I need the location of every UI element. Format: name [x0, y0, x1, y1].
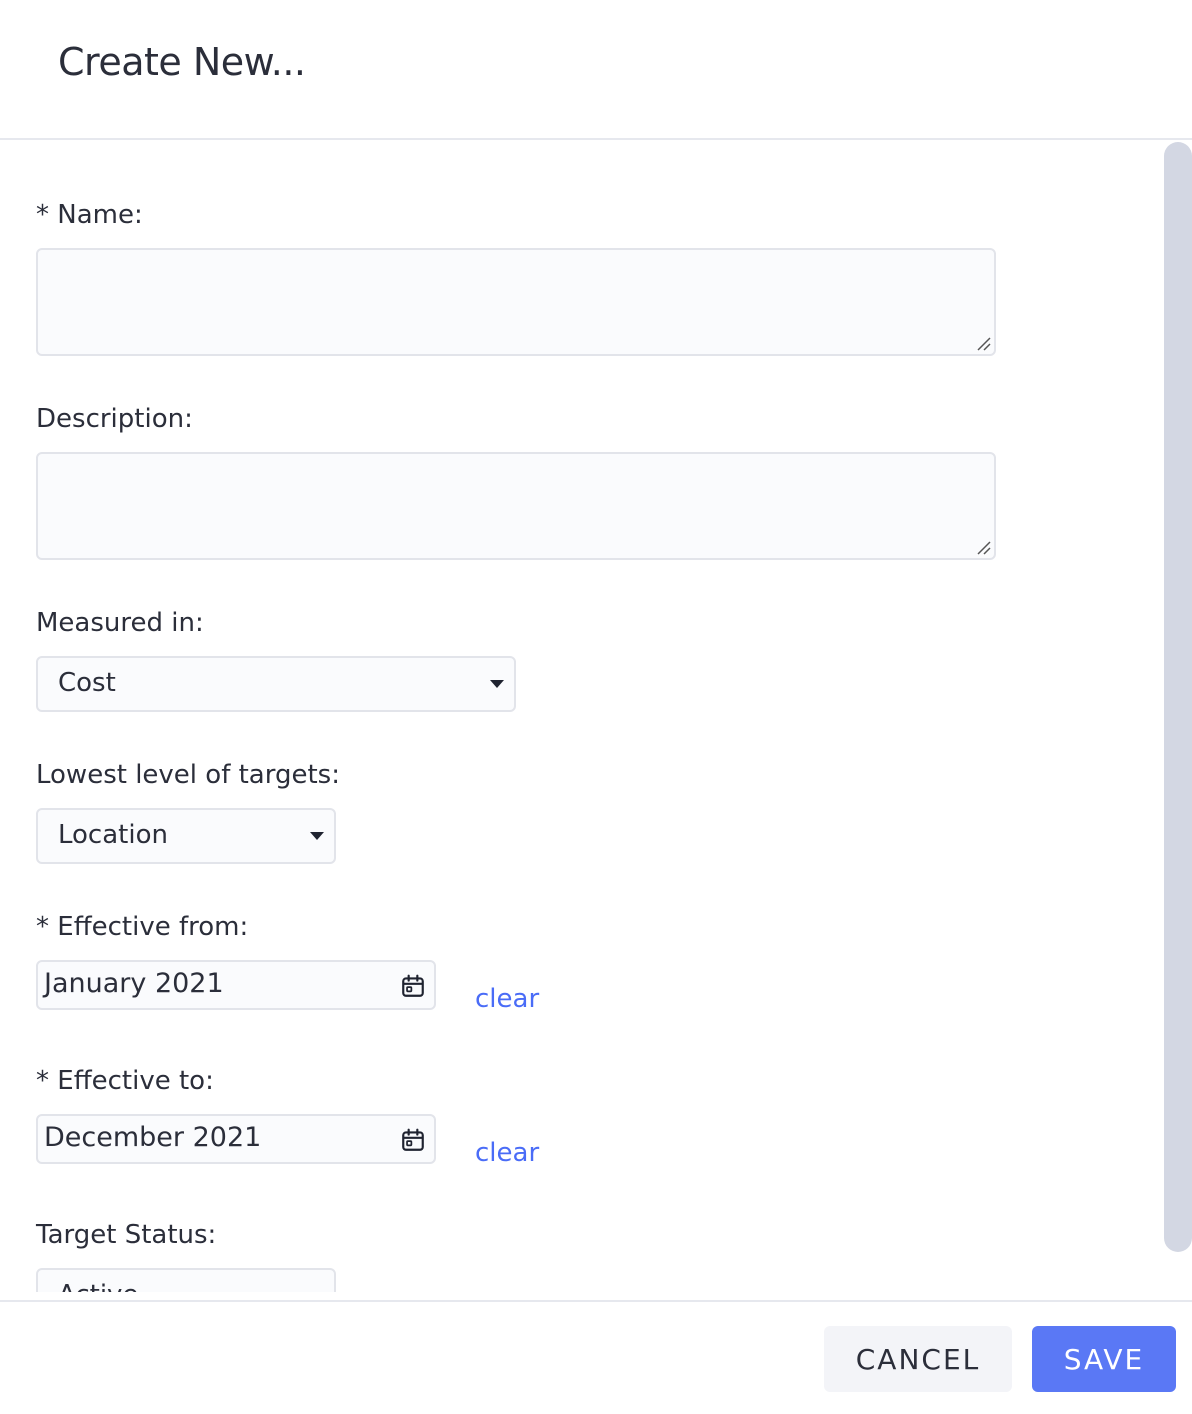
- measured-in-value: Cost: [58, 668, 116, 698]
- caret-down-icon: [490, 680, 504, 688]
- target-status-label: Target Status:: [36, 1220, 217, 1250]
- calendar-icon[interactable]: [400, 973, 426, 999]
- dialog-title: Create New...: [58, 40, 306, 84]
- description-label: Description:: [36, 404, 193, 434]
- effective-from-label: * Effective from:: [36, 912, 249, 942]
- effective-from-value: January 2021: [44, 968, 224, 999]
- resize-grip-icon[interactable]: [976, 540, 992, 556]
- name-label: * Name:: [36, 200, 143, 230]
- target-status-value: Active: [58, 1280, 138, 1292]
- description-textarea[interactable]: [36, 452, 996, 560]
- cancel-button[interactable]: CANCEL: [824, 1326, 1012, 1392]
- effective-from-clear-link[interactable]: clear: [475, 984, 539, 1014]
- scrollbar-thumb[interactable]: [1164, 142, 1192, 1252]
- effective-to-label: * Effective to:: [36, 1066, 214, 1096]
- dialog-body: * Name: Description: Measured in: Cost L…: [0, 142, 1192, 1292]
- name-textarea[interactable]: [36, 248, 996, 356]
- calendar-icon[interactable]: [400, 1127, 426, 1153]
- resize-grip-icon[interactable]: [976, 336, 992, 352]
- effective-from-input[interactable]: January 2021: [36, 960, 436, 1010]
- dialog-header: Create New...: [0, 0, 1192, 140]
- dialog-footer: CANCEL SAVE: [0, 1300, 1192, 1414]
- scrollbar[interactable]: [1164, 142, 1192, 1292]
- effective-to-clear-link[interactable]: clear: [475, 1138, 539, 1168]
- lowest-level-value: Location: [58, 820, 168, 850]
- lowest-level-select[interactable]: Location: [36, 808, 336, 864]
- measured-in-select[interactable]: Cost: [36, 656, 516, 712]
- effective-to-value: December 2021: [44, 1122, 262, 1153]
- target-status-select[interactable]: Active: [36, 1268, 336, 1292]
- effective-to-input[interactable]: December 2021: [36, 1114, 436, 1164]
- create-new-dialog: Create New... * Name: Description: Measu…: [0, 0, 1192, 1414]
- measured-in-label: Measured in:: [36, 608, 204, 638]
- caret-down-icon: [310, 832, 324, 840]
- save-button[interactable]: SAVE: [1032, 1326, 1176, 1392]
- lowest-level-label: Lowest level of targets:: [36, 760, 340, 790]
